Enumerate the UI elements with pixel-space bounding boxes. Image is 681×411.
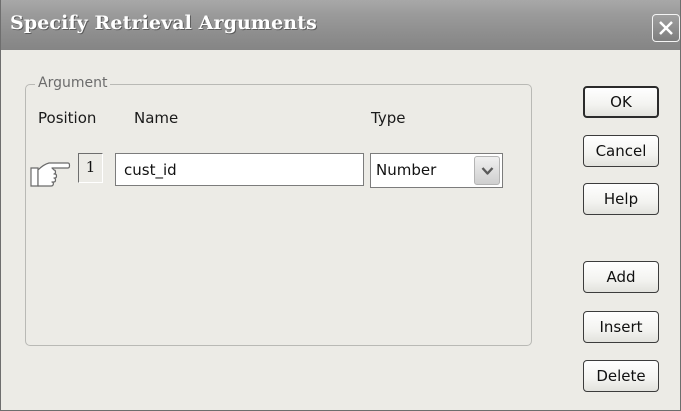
chevron-down-icon bbox=[481, 167, 494, 175]
type-dropdown-button[interactable] bbox=[474, 156, 500, 185]
delete-button[interactable]: Delete bbox=[583, 360, 659, 392]
argument-type-select[interactable]: Number bbox=[370, 153, 503, 188]
add-button[interactable]: Add bbox=[583, 261, 659, 293]
argument-type-value: Number bbox=[376, 161, 437, 179]
argument-group-legend: Argument bbox=[35, 73, 111, 93]
cancel-button[interactable]: Cancel bbox=[583, 135, 659, 167]
help-button[interactable]: Help bbox=[583, 183, 659, 215]
retrieval-arguments-dialog: Specify Retrieval Arguments Argument Pos… bbox=[0, 0, 681, 411]
type-column-header: Type bbox=[371, 109, 406, 127]
close-icon bbox=[659, 21, 673, 35]
argument-position: 1 bbox=[78, 153, 103, 183]
argument-group bbox=[25, 84, 532, 346]
title-bar[interactable]: Specify Retrieval Arguments bbox=[1, 0, 680, 50]
pointing-hand-icon bbox=[30, 162, 71, 187]
argument-name-input[interactable] bbox=[115, 153, 364, 186]
dialog-title: Specify Retrieval Arguments bbox=[10, 12, 317, 34]
position-column-header: Position bbox=[38, 109, 97, 127]
ok-button[interactable]: OK bbox=[583, 86, 659, 118]
name-column-header: Name bbox=[134, 109, 179, 127]
insert-button[interactable]: Insert bbox=[583, 311, 659, 343]
close-button[interactable] bbox=[652, 14, 680, 42]
